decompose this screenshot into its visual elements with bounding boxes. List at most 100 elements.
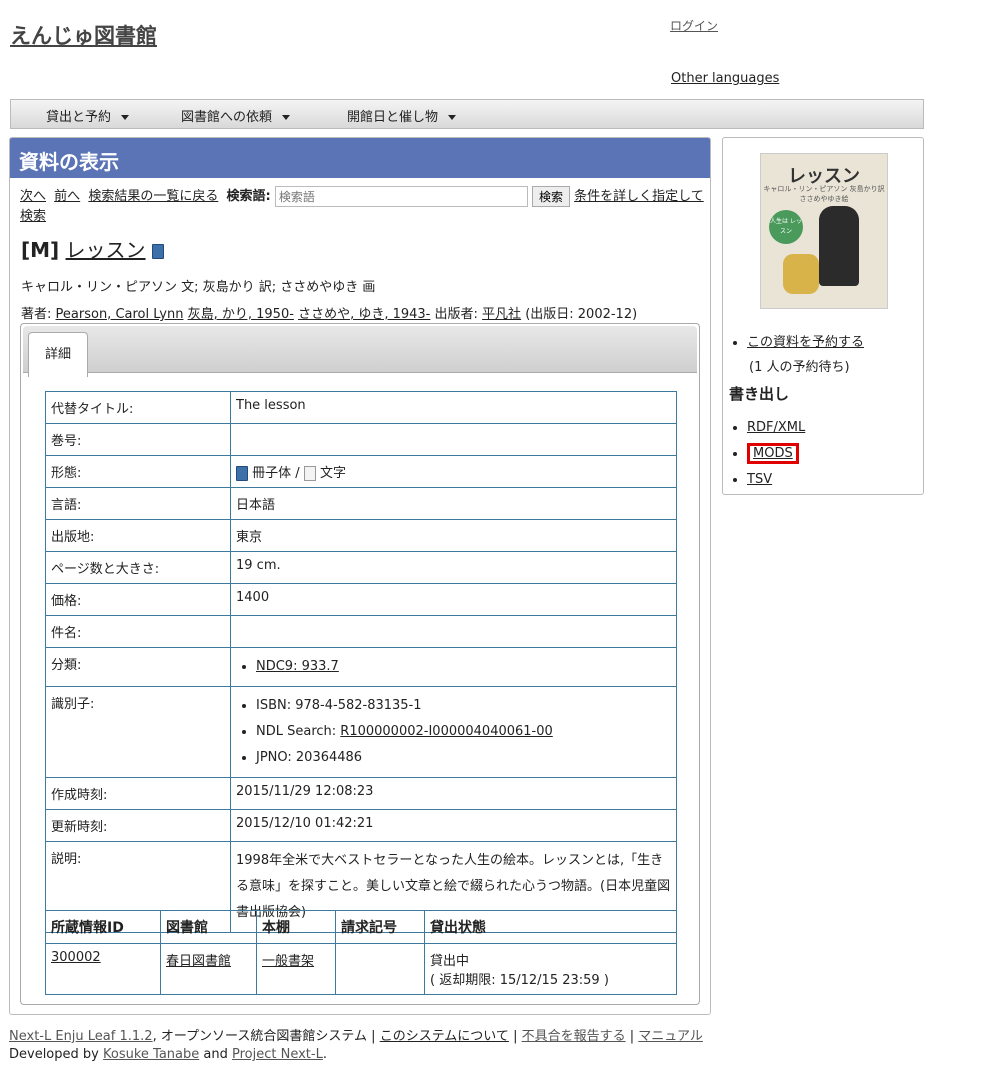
nav-item-circulation[interactable]: 貸出と予約 bbox=[46, 106, 130, 125]
caret-down-icon bbox=[448, 115, 457, 120]
nav-item-label: 図書館への依頼 bbox=[181, 110, 273, 125]
search-button[interactable]: 検索 bbox=[531, 186, 570, 207]
column-header: 請求記号 bbox=[335, 910, 425, 944]
footer: Next-L Enju Leaf 1.1.2, オープンソース統合図書館システム… bbox=[9, 1028, 703, 1064]
subject-label: 件名: bbox=[45, 615, 231, 648]
classification-label: 分類: bbox=[45, 647, 231, 687]
login-link[interactable]: ログイン bbox=[670, 19, 718, 33]
library-link[interactable]: 春日図書館 bbox=[166, 954, 231, 969]
cover-figure-child bbox=[783, 254, 819, 294]
call-number-cell bbox=[335, 943, 425, 995]
project-link[interactable]: Project Next-L bbox=[232, 1047, 323, 1062]
column-header: 本棚 bbox=[256, 910, 336, 944]
export-rdf-link[interactable]: RDF/XML bbox=[747, 420, 805, 435]
manual-link[interactable]: マニュアル bbox=[638, 1029, 703, 1044]
item-id-link[interactable]: 300002 bbox=[51, 950, 101, 965]
reserve-link[interactable]: この資料を予約する bbox=[747, 335, 864, 350]
identifier-label: 識別子: bbox=[45, 686, 231, 778]
publisher-link[interactable]: 平凡社 bbox=[482, 307, 521, 322]
nav-item-label: 開館日と催し物 bbox=[347, 110, 439, 125]
shelf-cell: 一般書架 bbox=[256, 943, 336, 995]
next-link[interactable]: 次へ bbox=[20, 189, 46, 204]
footer-tagline: , オープンソース統合図書館システム bbox=[152, 1029, 368, 1044]
table-row: ページ数と大きさ: 19 cm. bbox=[45, 551, 677, 584]
item-type-badge: [M] bbox=[21, 238, 60, 262]
other-languages-link[interactable]: Other languages bbox=[671, 71, 779, 86]
and-text: and bbox=[203, 1047, 228, 1062]
volume-value bbox=[230, 423, 677, 456]
ndl-label: NDL Search: bbox=[256, 724, 337, 739]
main-navbar: 貸出と予約 図書館への依頼 開館日と催し物 bbox=[10, 99, 924, 129]
author-link[interactable]: Kosuke Tanabe bbox=[103, 1047, 199, 1062]
alt-title-label: 代替タイトル: bbox=[45, 391, 231, 424]
about-link[interactable]: このシステムについて bbox=[380, 1029, 509, 1044]
statement-of-responsibility: キャロル・リン・ピアソン 文; 灰島かり 訳; ささめやゆき 画 bbox=[21, 280, 376, 295]
back-to-results-link[interactable]: 検索結果の一覧に戻る bbox=[88, 189, 218, 204]
classification-link[interactable]: NDC9: 933.7 bbox=[256, 659, 339, 674]
footer-line-2: Developed by Kosuke Tanabe and Project N… bbox=[9, 1046, 703, 1064]
export-tsv-link[interactable]: TSV bbox=[747, 472, 772, 487]
product-link[interactable]: Next-L Enju Leaf 1.1.2 bbox=[9, 1029, 153, 1044]
creator-label: 著者: bbox=[21, 307, 52, 322]
created-label: 作成時刻: bbox=[45, 777, 231, 810]
identifier-value: ISBN: 978-4-582-83135-1 NDL Search: R100… bbox=[230, 686, 677, 778]
price-label: 価格: bbox=[45, 583, 231, 616]
column-header: 所蔵情報ID bbox=[45, 910, 161, 944]
table-row: 分類: NDC9: 933.7 bbox=[45, 647, 677, 687]
jpno-item: JPNO: 20364486 bbox=[256, 745, 671, 771]
table-header-row: 所蔵情報ID 図書館 本棚 請求記号 貸出状態 bbox=[45, 910, 677, 944]
languages-area: Other languages bbox=[671, 71, 779, 86]
book-icon bbox=[151, 244, 164, 259]
search-input[interactable] bbox=[274, 186, 528, 207]
pages-label: ページ数と大きさ: bbox=[45, 551, 231, 584]
tab-details[interactable]: 詳細 bbox=[28, 332, 88, 377]
sidebar: レッスン キャロル・リン・ピアソン 灰島かり訳 ささめやゆき絵 人生は レッスン… bbox=[722, 137, 924, 495]
main-content: 資料の表示 次へ 前へ 検索結果の一覧に戻る 検索語: 検索 条件を詳しく指定し… bbox=[9, 137, 711, 1015]
item-title-link[interactable]: レッスン bbox=[66, 238, 146, 262]
form-carrier: 冊子体 bbox=[252, 466, 292, 481]
publisher-label: 出版者: bbox=[434, 307, 478, 322]
prev-link[interactable]: 前へ bbox=[54, 189, 80, 204]
tab-bar bbox=[23, 326, 697, 373]
export-list: RDF/XML MODS TSV bbox=[733, 415, 805, 493]
shelf-link[interactable]: 一般書架 bbox=[262, 954, 314, 969]
publication-date: (出版日: 2002-12) bbox=[525, 307, 638, 322]
nav-item-events[interactable]: 開館日と催し物 bbox=[347, 106, 457, 125]
form-separator: / bbox=[295, 466, 300, 481]
alt-title-value: The lesson bbox=[230, 391, 677, 424]
caret-down-icon bbox=[121, 115, 130, 120]
item-id-cell: 300002 bbox=[45, 943, 161, 995]
cover-badge: 人生は レッスン bbox=[769, 210, 803, 244]
result-navigation: 次へ 前へ 検索結果の一覧に戻る 検索語: 検索 条件を詳しく指定して検索 bbox=[20, 186, 705, 227]
document-icon bbox=[303, 466, 316, 481]
nav-item-requests[interactable]: 図書館への依頼 bbox=[181, 106, 291, 125]
creator-link[interactable]: 灰島, かり, 1950- bbox=[188, 307, 294, 322]
export-heading: 書き出し bbox=[729, 385, 790, 403]
report-bug-link[interactable]: 不具合を報告する bbox=[522, 1029, 626, 1044]
creator-link[interactable]: ささめや, ゆき, 1943- bbox=[298, 307, 430, 322]
cover-figure-man bbox=[819, 206, 859, 286]
cover-credits: キャロル・リン・ピアソン 灰島かり訳 ささめやゆき絵 bbox=[763, 185, 885, 203]
creator-line: 著者: Pearson, Carol Lynn 灰島, かり, 1950- ささ… bbox=[21, 303, 637, 322]
period-text: . bbox=[322, 1047, 327, 1062]
list-item: TSV bbox=[747, 467, 805, 493]
status-text: 貸出中 bbox=[430, 954, 470, 969]
footer-separator: | bbox=[513, 1029, 518, 1044]
created-value: 2015/11/29 12:08:23 bbox=[230, 777, 677, 810]
item-title: [M] レッスン bbox=[21, 234, 164, 263]
table-row: 件名: bbox=[45, 615, 677, 648]
language-label: 言語: bbox=[45, 487, 231, 520]
search-label: 検索語: bbox=[226, 189, 271, 204]
site-title-link[interactable]: えんじゅ図書館 bbox=[10, 24, 157, 48]
footer-separator: | bbox=[629, 1029, 635, 1044]
classification-value: NDC9: 933.7 bbox=[230, 647, 677, 687]
place-value: 東京 bbox=[230, 519, 677, 552]
list-item: MODS bbox=[747, 441, 805, 467]
table-row: 出版地: 東京 bbox=[45, 519, 677, 552]
ndl-link[interactable]: R100000002-I000004040061-00 bbox=[340, 724, 552, 739]
detail-table: 代替タイトル: The lesson 巻号: 形態: 冊子体 / 文字 言語: bbox=[45, 391, 677, 933]
footer-separator: | bbox=[371, 1029, 376, 1044]
table-row: 価格: 1400 bbox=[45, 583, 677, 616]
creator-link[interactable]: Pearson, Carol Lynn bbox=[56, 307, 184, 322]
export-mods-link[interactable]: MODS bbox=[747, 443, 799, 464]
